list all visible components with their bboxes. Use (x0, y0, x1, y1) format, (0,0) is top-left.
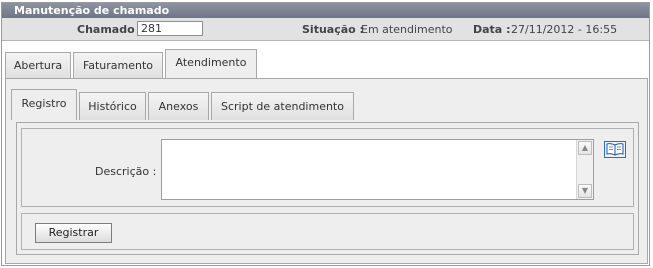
tab-atendimento[interactable]: Atendimento (165, 49, 257, 78)
atendimento-panel: Registro Histórico Anexos Script de aten… (5, 78, 648, 264)
descricao-fieldset: Descrição : ▲ ▼ (21, 128, 634, 207)
data-label: Data : (473, 23, 511, 36)
tab-historico[interactable]: Histórico (79, 92, 146, 120)
situacao-label: Situação : (302, 23, 364, 36)
chamado-input[interactable] (137, 21, 203, 36)
chamado-window: Manutenção de chamado Chamado : Situação… (1, 2, 650, 266)
scroll-down-icon[interactable]: ▼ (578, 184, 592, 198)
tab-anexos[interactable]: Anexos (148, 92, 209, 120)
situacao-value: Em atendimento (361, 23, 453, 36)
descricao-label: Descrição : (95, 165, 157, 178)
scroll-up-icon[interactable]: ▲ (578, 141, 592, 155)
descricao-scrollbar[interactable]: ▲ ▼ (576, 140, 593, 199)
descricao-textarea[interactable]: ▲ ▼ (161, 139, 594, 200)
data-value: 27/11/2012 - 16:55 (511, 23, 618, 36)
window-title: Manutenção de chamado (2, 3, 649, 18)
tab-abertura[interactable]: Abertura (5, 52, 71, 78)
tab-registro[interactable]: Registro (11, 89, 77, 120)
chamado-label: Chamado : (77, 23, 143, 36)
info-bar: Chamado : Situação : Em atendimento Data… (2, 18, 649, 41)
tab-script-atendimento[interactable]: Script de atendimento (211, 92, 354, 120)
open-book-icon[interactable] (604, 141, 626, 158)
registrar-button[interactable]: Registrar (35, 223, 112, 243)
actions-bar: Registrar (21, 213, 634, 250)
tab-faturamento[interactable]: Faturamento (73, 52, 163, 78)
registro-panel: Descrição : ▲ ▼ Registrar (16, 122, 639, 255)
